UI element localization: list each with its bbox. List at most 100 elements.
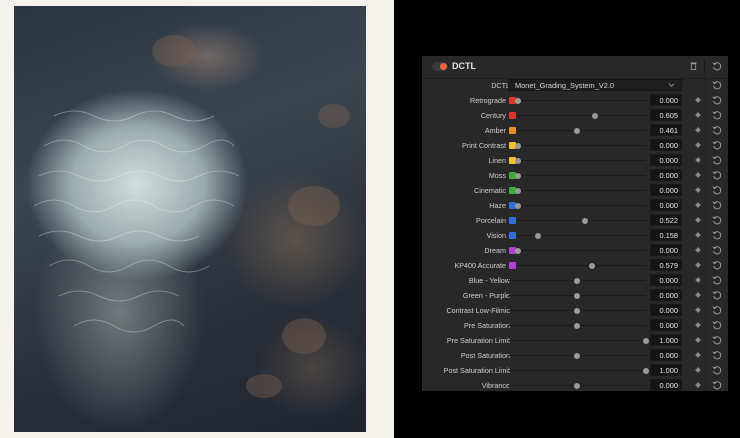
reset-icon[interactable] (712, 185, 722, 195)
slider-track[interactable] (518, 145, 646, 146)
keyframe-diamond-icon[interactable] (695, 172, 701, 178)
reset-icon[interactable] (712, 200, 722, 210)
value-field[interactable]: 0.000 (650, 319, 682, 331)
slider-track[interactable] (518, 100, 646, 101)
keyframe-diamond-icon[interactable] (695, 262, 701, 268)
slider-handle[interactable] (515, 247, 521, 254)
keyframe-diamond-icon[interactable] (695, 127, 701, 133)
slider-handle[interactable] (515, 187, 521, 194)
keyframe-diamond-icon[interactable] (695, 352, 701, 358)
slider-handle[interactable] (574, 127, 580, 134)
slider-track[interactable] (508, 370, 646, 371)
slider-handle[interactable] (592, 112, 599, 119)
slider-handle[interactable] (581, 217, 588, 224)
dctl-dropdown[interactable]: Monet_Grading_System_V2.0 (508, 79, 682, 91)
slider-handle[interactable] (535, 232, 542, 239)
reset-icon[interactable] (712, 275, 722, 285)
slider-track[interactable] (518, 130, 646, 131)
slider-track[interactable] (518, 115, 646, 116)
reset-icon[interactable] (712, 290, 722, 300)
value-field[interactable]: 0.461 (650, 124, 682, 136)
slider-handle[interactable] (589, 262, 596, 269)
value-field[interactable]: 1.000 (650, 334, 682, 346)
keyframe-diamond-icon[interactable] (695, 307, 701, 313)
slider-handle[interactable] (574, 322, 580, 329)
slider-handle[interactable] (643, 337, 649, 344)
value-field[interactable]: 0.000 (650, 379, 682, 391)
reset-icon[interactable] (712, 215, 722, 225)
slider-track[interactable] (518, 190, 646, 191)
keyframe-diamond-icon[interactable] (695, 112, 701, 118)
value-field[interactable]: 0.158 (650, 229, 682, 241)
reset-icon[interactable] (712, 350, 722, 360)
slider-handle[interactable] (574, 382, 580, 389)
reset-icon[interactable] (712, 80, 722, 90)
slider-handle[interactable] (515, 142, 521, 149)
reset-icon[interactable] (712, 95, 722, 105)
keyframe-diamond-icon[interactable] (695, 247, 701, 253)
slider-handle[interactable] (574, 277, 580, 284)
param-row: Linen 0.000 (422, 153, 728, 168)
value-field[interactable]: 0.000 (650, 169, 682, 181)
value-field[interactable]: 0.000 (650, 154, 682, 166)
reset-icon[interactable] (712, 125, 722, 135)
slider-track[interactable] (518, 250, 646, 251)
value-field[interactable]: 0.000 (650, 184, 682, 196)
reset-icon[interactable] (712, 230, 722, 240)
reset-icon[interactable] (712, 320, 722, 330)
slider-track[interactable] (518, 175, 646, 176)
value-field[interactable]: 1.000 (650, 364, 682, 376)
reset-icon[interactable] (712, 260, 722, 270)
keyframe-diamond-icon[interactable] (695, 292, 701, 298)
trash-icon[interactable] (690, 61, 697, 70)
value-field[interactable]: 0.000 (650, 94, 682, 106)
param-label: Porcelain (476, 216, 506, 225)
value-field[interactable]: 0.000 (650, 139, 682, 151)
value-field[interactable]: 0.522 (650, 214, 682, 226)
keyframe-diamond-icon[interactable] (695, 142, 701, 148)
keyframe-diamond-icon[interactable] (695, 232, 701, 238)
reset-icon[interactable] (712, 170, 722, 180)
keyframe-diamond-icon[interactable] (695, 367, 701, 373)
reset-icon[interactable] (712, 140, 722, 150)
slider-track[interactable] (518, 265, 646, 266)
value-field[interactable]: 0.000 (650, 244, 682, 256)
reset-icon[interactable] (712, 155, 722, 165)
slider-handle[interactable] (643, 367, 649, 374)
slider-handle[interactable] (515, 202, 521, 209)
value-field[interactable]: 0.605 (650, 109, 682, 121)
slider-handle[interactable] (515, 97, 521, 104)
reset-icon[interactable] (712, 335, 722, 345)
value-field[interactable]: 0.000 (650, 349, 682, 361)
slider-track[interactable] (508, 340, 646, 341)
keyframe-diamond-icon[interactable] (695, 277, 701, 283)
slider-handle[interactable] (515, 157, 521, 164)
slider-track[interactable] (518, 205, 646, 206)
value-field[interactable]: 0.579 (650, 259, 682, 271)
slider-track[interactable] (518, 160, 646, 161)
dctl-selected-value: Monet_Grading_System_V2.0 (515, 81, 615, 90)
node-enable-toggle[interactable] (432, 62, 448, 71)
keyframe-diamond-icon[interactable] (695, 322, 701, 328)
keyframe-diamond-icon[interactable] (695, 337, 701, 343)
keyframe-diamond-icon[interactable] (695, 217, 701, 223)
keyframe-diamond-icon[interactable] (695, 97, 701, 103)
value-field[interactable]: 0.000 (650, 199, 682, 211)
keyframe-diamond-icon[interactable] (695, 382, 701, 388)
slider-handle[interactable] (515, 172, 521, 179)
keyframe-diamond-icon[interactable] (695, 157, 701, 163)
value-field[interactable]: 0.000 (650, 274, 682, 286)
value-field[interactable]: 0.000 (650, 304, 682, 316)
reset-icon[interactable] (712, 245, 722, 255)
reset-icon[interactable] (712, 380, 722, 390)
reset-icon[interactable] (712, 305, 722, 315)
slider-handle[interactable] (574, 352, 580, 359)
keyframe-diamond-icon[interactable] (695, 202, 701, 208)
keyframe-diamond-icon[interactable] (695, 187, 701, 193)
reset-all-icon[interactable] (712, 61, 722, 71)
slider-handle[interactable] (574, 292, 580, 299)
reset-icon[interactable] (712, 110, 722, 120)
reset-icon[interactable] (712, 365, 722, 375)
slider-handle[interactable] (574, 307, 580, 314)
value-field[interactable]: 0.000 (650, 289, 682, 301)
